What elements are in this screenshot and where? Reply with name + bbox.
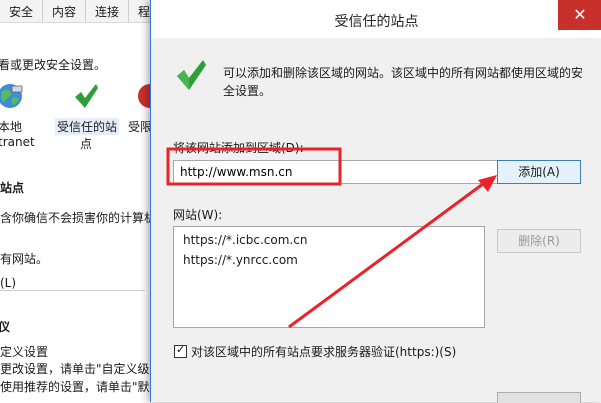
- zone-local-label: 本地: [0, 120, 23, 134]
- list-item[interactable]: https://*.ynrcc.com: [183, 253, 298, 267]
- custom-level-text: 更改设置，请单击"自定义级: [0, 362, 150, 376]
- require-https-label: 对该区域中的所有站点要求服务器验证(https:)(S): [191, 345, 457, 359]
- level-label: (L): [0, 276, 17, 290]
- zone-section-text: 含你确信不会损害你的计算机: [0, 211, 157, 225]
- list-item[interactable]: https://*.icbc.com.cn: [183, 233, 307, 247]
- close-dialog-button[interactable]: [497, 392, 581, 403]
- earth-icon[interactable]: [0, 82, 24, 110]
- bg-change-settings-text: 看或更改安全设置。: [0, 58, 107, 72]
- dialog-title: 受信任的站点: [334, 14, 419, 30]
- zone-trusted-label: 受信任的站: [55, 118, 120, 135]
- zone-section-text-2: 有网站。: [0, 252, 49, 266]
- zone-local-label-2: tranet: [0, 135, 35, 149]
- close-button[interactable]: ✕: [558, 0, 601, 30]
- custom-level-label: 定义设置: [0, 345, 49, 359]
- tab-connections[interactable]: 连接: [86, 0, 130, 22]
- remove-button[interactable]: 删除(R): [497, 229, 581, 253]
- dialog-description: 可以添加和删除该区域的网站。该区域中的所有网站都使用区域的安全设置。: [223, 66, 584, 98]
- zone-section-title: 站点: [0, 181, 25, 195]
- websites-list[interactable]: https://*.icbc.com.cn https://*.ynrcc.co…: [173, 226, 485, 328]
- checkbox-check-icon: ✓: [176, 343, 186, 356]
- dialog-titlebar[interactable]: 受信任的站点 ✕: [151, 0, 601, 38]
- green-check-icon: [177, 60, 206, 90]
- site-url-input[interactable]: http://www.msn.cn: [173, 160, 499, 184]
- level-separator: [0, 290, 145, 291]
- default-level-text: 使用推荐的设置，请单击"默: [0, 380, 150, 394]
- close-icon: ✕: [573, 5, 587, 24]
- websites-label: 网站(W):: [173, 208, 223, 222]
- tab-content[interactable]: 内容: [43, 0, 87, 22]
- level-title: 仪: [0, 320, 11, 334]
- zone-trusted-label-2: 点: [80, 137, 93, 151]
- trusted-sites-dialog: 受信任的站点 ✕ 可以添加和删除该区域的网站。该区域中的所有网站都使用区域的安全…: [150, 0, 601, 403]
- zone-restricted-label: 受限: [128, 120, 153, 134]
- add-site-label: 将该网站添加到区域(D):: [173, 141, 304, 155]
- tab-security[interactable]: 安全: [0, 0, 44, 22]
- add-button[interactable]: 添加(A): [497, 160, 581, 184]
- require-https-checkbox[interactable]: ✓: [174, 343, 187, 358]
- trusted-check-icon[interactable]: [72, 82, 100, 110]
